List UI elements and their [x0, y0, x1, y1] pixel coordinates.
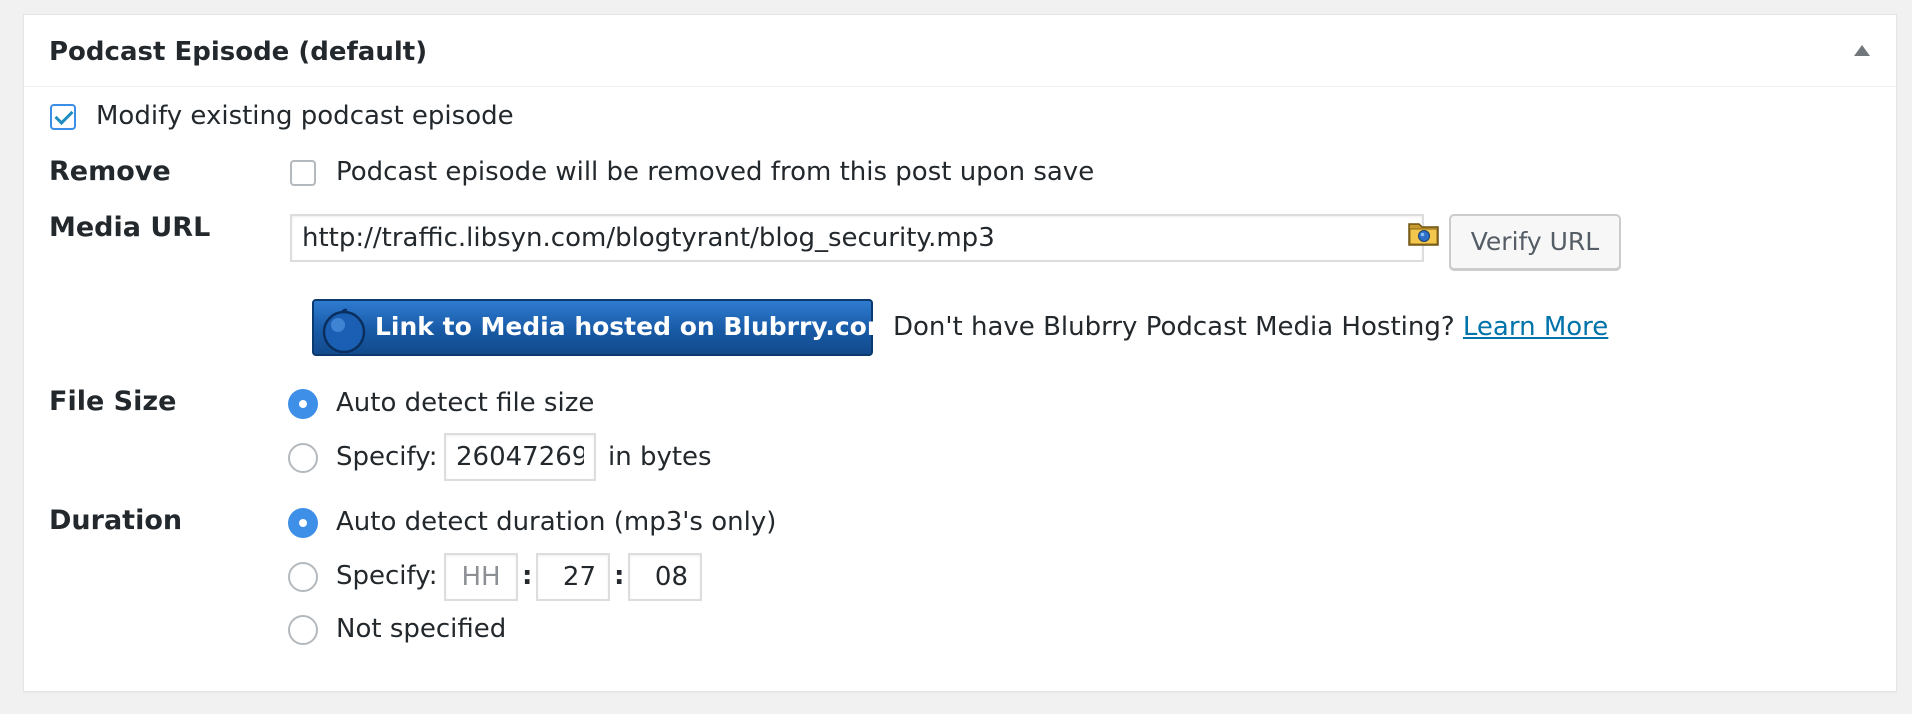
file-size-auto-label: Auto detect file size: [336, 388, 595, 418]
checkmark-icon: [54, 105, 74, 126]
duration-auto-label: Auto detect duration (mp3's only): [336, 507, 777, 537]
file-size-input[interactable]: [444, 433, 596, 481]
remove-episode-text: Podcast episode will be removed from thi…: [336, 157, 1095, 187]
collapse-toggle-icon[interactable]: [1854, 45, 1870, 56]
duration-specify-radio[interactable]: [288, 562, 318, 592]
media-url-input[interactable]: [290, 214, 1424, 262]
modify-episode-label: Modify existing podcast episode: [96, 101, 514, 131]
duration-separator: :: [614, 561, 625, 591]
duration-hours-input[interactable]: [444, 553, 518, 601]
verify-url-button[interactable]: Verify URL: [1449, 214, 1621, 270]
duration-not-specified-radio[interactable]: [288, 615, 318, 645]
blubrry-button-label: Link to Media hosted on Blubrry.com: [375, 312, 893, 341]
file-size-specify-label: Specify:: [336, 442, 438, 472]
duration-auto-radio[interactable]: [288, 508, 318, 538]
hosting-prompt-text: Don't have Blubrry Podcast Media Hosting…: [893, 311, 1608, 343]
hosting-question: Don't have Blubrry Podcast Media Hosting…: [893, 312, 1455, 342]
duration-not-specified-label: Not specified: [336, 614, 507, 644]
metabox-title: Podcast Episode (default): [49, 37, 428, 67]
folder-icon[interactable]: [1407, 218, 1441, 248]
file-size-unit: in bytes: [608, 442, 712, 472]
media-url-label: Media URL: [49, 212, 211, 243]
file-size-auto-radio[interactable]: [288, 389, 318, 419]
duration-label: Duration: [49, 505, 183, 536]
remove-label: Remove: [49, 156, 171, 187]
modify-episode-checkbox[interactable]: [50, 104, 76, 130]
remove-episode-checkbox[interactable]: [290, 160, 316, 186]
duration-separator: :: [522, 561, 533, 591]
blubrry-logo-icon: [322, 308, 366, 354]
metabox-header: Podcast Episode (default): [24, 15, 1896, 87]
learn-more-link[interactable]: Learn More: [1463, 312, 1608, 342]
file-size-label: File Size: [49, 386, 177, 417]
duration-seconds-input[interactable]: [628, 553, 702, 601]
podcast-episode-metabox: Podcast Episode (default) Modify existin…: [23, 14, 1897, 692]
duration-specify-label: Specify:: [336, 561, 438, 591]
file-size-specify-radio[interactable]: [288, 443, 318, 473]
blubrry-media-button[interactable]: Link to Media hosted on Blubrry.com: [312, 299, 893, 356]
duration-minutes-input[interactable]: [536, 553, 610, 601]
